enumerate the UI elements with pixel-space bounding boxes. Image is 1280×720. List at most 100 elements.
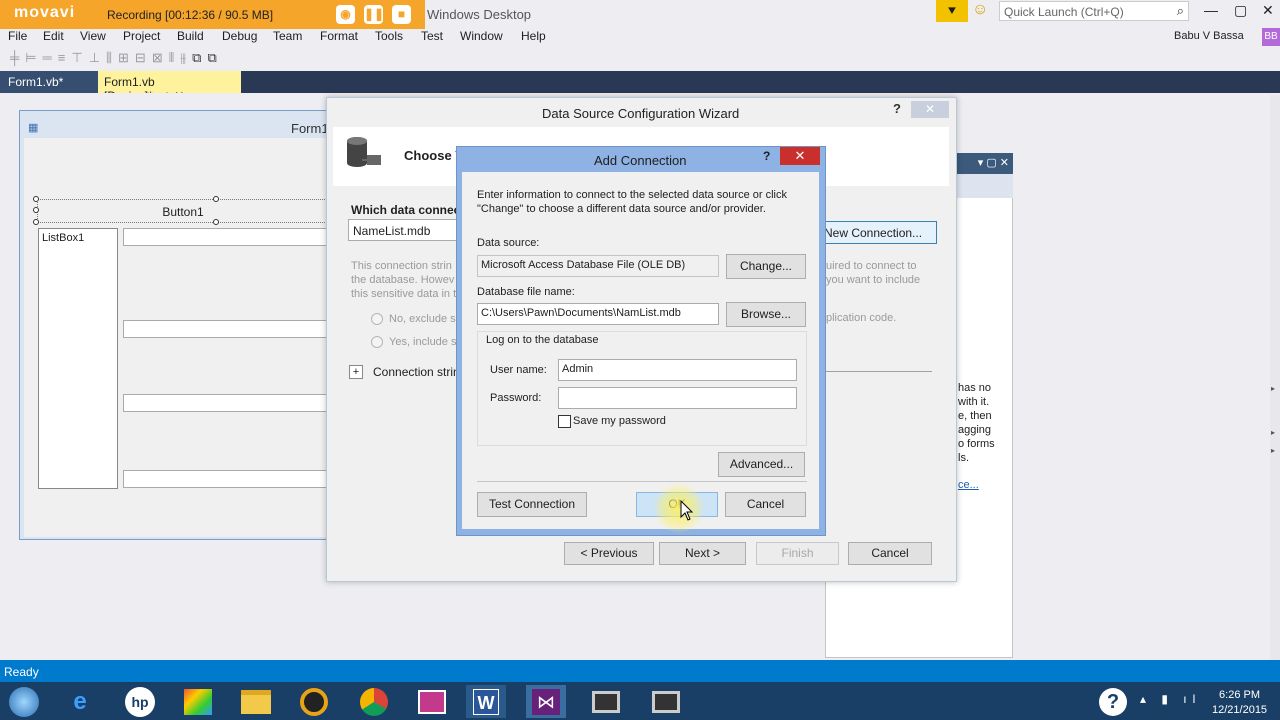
menu-tools[interactable]: Tools <box>375 29 403 43</box>
resize-handle[interactable] <box>33 207 39 213</box>
tab-form1-code[interactable]: Form1.vb* <box>0 71 98 93</box>
system-tray-icons[interactable]: ▴ ▮ ıl <box>1140 692 1201 706</box>
pause-icon[interactable]: ❚❚ <box>364 5 384 24</box>
db-file-input[interactable]: C:\Users\Pawn\Documents\NamList.mdb <box>477 303 719 325</box>
paint-icon[interactable] <box>178 685 218 718</box>
menu-debug[interactable]: Debug <box>222 29 257 43</box>
listbox1-control[interactable]: ListBox1 <box>38 228 118 489</box>
align-icon[interactable]: ╪ <box>10 50 25 65</box>
align-icon[interactable]: ⫴ <box>169 50 180 65</box>
menu-file[interactable]: File <box>8 29 27 43</box>
tray-clock[interactable]: 6:26 PM 12/21/2015 <box>1212 688 1267 718</box>
vertical-scrollbar[interactable] <box>1270 95 1280 660</box>
align-icon[interactable]: ═ <box>43 50 58 65</box>
word-icon[interactable]: W <box>466 685 506 718</box>
previous-button[interactable]: < Previous <box>564 542 654 565</box>
maximize-icon[interactable]: ▢ <box>1234 2 1247 19</box>
menu-build[interactable]: Build <box>177 29 204 43</box>
menu-project[interactable]: Project <box>123 29 160 43</box>
order-icon[interactable]: ⧉ <box>192 50 207 65</box>
menu-help[interactable]: Help <box>521 29 546 43</box>
click-highlight <box>653 482 705 534</box>
add-connection-close-button[interactable]: ✕ <box>780 147 820 165</box>
order-icon[interactable]: ⧉ <box>207 50 222 65</box>
connection-description-right: uired to connect to you want to include <box>826 259 920 287</box>
align-icon[interactable]: ⊞ <box>118 50 135 65</box>
panel-text-line: agging <box>958 424 992 436</box>
radio-include[interactable] <box>371 336 383 348</box>
menu-test[interactable]: Test <box>421 29 443 43</box>
align-icon[interactable]: ⊥ <box>89 50 106 65</box>
quick-launch-input[interactable]: Quick Launch (Ctrl+Q) ⌕ <box>999 1 1189 21</box>
notification-filter-icon[interactable]: ⯆ <box>936 0 968 22</box>
panel-header-controls[interactable]: ▾ ▢ ✕ <box>957 153 1013 174</box>
monitor-app-icon[interactable] <box>646 685 686 718</box>
resize-handle[interactable] <box>33 196 39 202</box>
add-connection-title: Add Connection <box>594 153 687 168</box>
scroll-arrow-icon[interactable]: ▸ <box>1271 428 1275 437</box>
form1-title: Form1 <box>291 121 329 136</box>
hp-icon[interactable]: hp <box>120 685 160 718</box>
textbox-control[interactable] <box>123 394 333 412</box>
help-icon[interactable]: ? <box>763 149 770 163</box>
textbox-control[interactable] <box>123 470 333 488</box>
screenshot-icon[interactable]: ◉ <box>336 5 355 24</box>
radio-exclude[interactable] <box>371 313 383 325</box>
user-avatar[interactable]: BB <box>1262 28 1280 46</box>
visual-studio-icon[interactable]: ⋈ <box>526 685 566 718</box>
menu-view[interactable]: View <box>80 29 106 43</box>
align-icon[interactable]: ⊠ <box>152 50 169 65</box>
cancel-button[interactable]: Cancel <box>725 492 806 517</box>
panel-link[interactable]: ce... <box>958 479 979 491</box>
menu-team[interactable]: Team <box>273 29 302 43</box>
menu-window[interactable]: Window <box>460 29 503 43</box>
align-icon[interactable]: ⫼ <box>106 50 118 65</box>
advanced-button[interactable]: Advanced... <box>718 452 805 477</box>
media-player-icon[interactable] <box>294 685 334 718</box>
scroll-arrow-icon[interactable]: ▸ <box>1271 384 1275 393</box>
help-icon[interactable]: ? <box>1093 685 1133 718</box>
connection-select[interactable]: NameList.mdb <box>348 219 458 241</box>
align-icon[interactable]: ⊨ <box>25 50 42 65</box>
new-connection-button[interactable]: New Connection... <box>817 221 937 244</box>
file-explorer-icon[interactable] <box>236 685 276 718</box>
save-password-checkbox[interactable] <box>558 415 571 428</box>
expand-icon[interactable]: + <box>349 365 363 379</box>
scroll-arrow-icon[interactable]: ▸ <box>1271 446 1275 455</box>
finish-button[interactable]: Finish <box>756 542 839 565</box>
close-icon[interactable]: ✕ <box>1262 2 1274 19</box>
minimize-icon[interactable]: — <box>1204 2 1218 18</box>
monitor-app-icon[interactable] <box>586 685 626 718</box>
user-name[interactable]: Babu V Bassa <box>1174 30 1244 42</box>
start-orb-icon[interactable] <box>4 685 44 718</box>
resize-handle[interactable] <box>213 219 219 225</box>
internet-explorer-icon[interactable]: e <box>60 685 100 718</box>
tab-form1-design[interactable]: Form1.vb [Design]*⊣✕ <box>98 71 241 103</box>
align-icon[interactable]: ⊟ <box>135 50 152 65</box>
next-button[interactable]: Next > <box>659 542 746 565</box>
chrome-icon[interactable] <box>354 685 394 718</box>
align-icon[interactable]: ⫵ <box>180 50 192 65</box>
align-icon[interactable]: ⊤ <box>71 50 88 65</box>
help-icon[interactable]: ? <box>893 101 901 116</box>
feedback-smile-icon[interactable]: ☺ <box>972 1 988 19</box>
stop-icon[interactable]: ■ <box>392 5 411 24</box>
password-input[interactable] <box>558 387 797 409</box>
align-icon[interactable]: ≡ <box>58 50 72 65</box>
textbox-control[interactable] <box>123 320 333 338</box>
browse-button[interactable]: Browse... <box>726 302 806 327</box>
test-connection-button[interactable]: Test Connection <box>477 492 587 517</box>
resize-handle[interactable] <box>33 219 39 225</box>
presentation-icon[interactable] <box>412 685 452 718</box>
button1-control[interactable]: Button1 <box>37 199 329 223</box>
resize-handle[interactable] <box>213 196 219 202</box>
wizard-cancel-button[interactable]: Cancel <box>848 542 932 565</box>
username-input[interactable]: Admin <box>558 359 797 381</box>
recorder-status: Recording [00:12:36 / 90.5 MB] <box>107 8 274 22</box>
textbox-control[interactable] <box>123 228 333 246</box>
save-password-label: Save my password <box>573 415 666 427</box>
wizard-close-button[interactable]: ✕ <box>911 101 949 118</box>
change-button[interactable]: Change... <box>726 254 806 279</box>
menu-edit[interactable]: Edit <box>43 29 64 43</box>
menu-format[interactable]: Format <box>320 29 358 43</box>
